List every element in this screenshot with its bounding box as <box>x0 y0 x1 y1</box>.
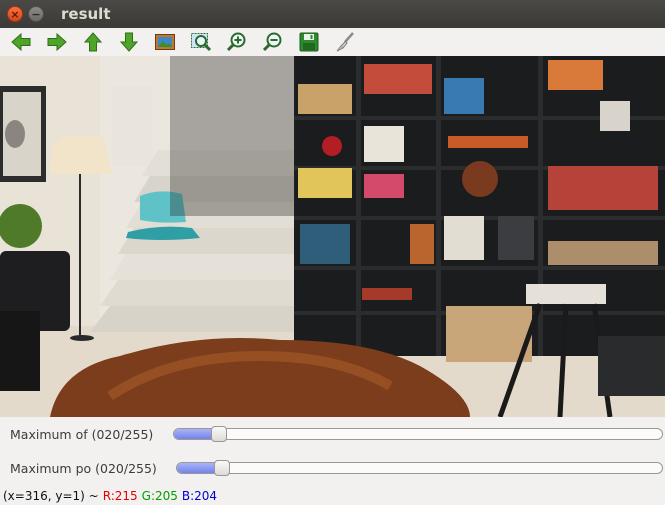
window-title: result <box>61 5 111 23</box>
image-canvas[interactable] <box>0 56 665 417</box>
picture-icon <box>155 34 175 50</box>
blue-value: B:204 <box>181 489 218 503</box>
brush-icon <box>336 32 354 52</box>
arrow-down-icon <box>119 32 139 52</box>
floppy-disk-icon <box>299 32 319 52</box>
minimize-button[interactable]: − <box>28 6 44 22</box>
slider-handle[interactable] <box>211 426 227 442</box>
cursor-coordinates: (x=316, y=1) ~ <box>3 489 99 503</box>
zoom-out-icon <box>262 32 282 52</box>
pan-down-button[interactable] <box>117 30 141 54</box>
trackbar-maximum-of: Maximum of (020/255) <box>0 417 665 451</box>
zoom-out-button[interactable] <box>261 30 285 54</box>
pan-up-button[interactable] <box>81 30 105 54</box>
arrow-left-icon <box>11 32 31 52</box>
slider-handle[interactable] <box>214 460 230 476</box>
close-icon: × <box>10 7 20 21</box>
slider-track[interactable] <box>176 460 663 476</box>
opencv-window: × − result Maximum of (020/255) Maximum … <box>0 0 665 505</box>
slider-track[interactable] <box>173 426 663 442</box>
title-bar: × − result <box>0 0 665 28</box>
minimize-icon: − <box>31 7 41 21</box>
pan-left-button[interactable] <box>9 30 33 54</box>
trackbar-maximum-po: Maximum po (020/255) <box>0 451 665 485</box>
arrow-right-icon <box>47 32 67 52</box>
status-bar: (x=316, y=1) ~ R:215 G:205 B:204 <box>0 487 665 505</box>
trackbar-label: Maximum of (020/255) <box>10 426 154 442</box>
room-photo <box>0 56 665 417</box>
trackbar-label: Maximum po (020/255) <box>10 460 157 476</box>
zoom-in-icon <box>226 32 246 52</box>
save-button[interactable] <box>297 30 321 54</box>
zoom-select-icon <box>191 33 212 52</box>
zoom-in-button[interactable] <box>225 30 249 54</box>
close-button[interactable]: × <box>7 6 23 22</box>
toolbar <box>0 28 665 56</box>
zoom-fit-button[interactable] <box>153 30 177 54</box>
pan-right-button[interactable] <box>45 30 69 54</box>
properties-button[interactable] <box>333 30 357 54</box>
green-value: G:205 <box>141 489 178 503</box>
zoom-actual-button[interactable] <box>189 30 213 54</box>
red-value: R:215 <box>102 489 138 503</box>
arrow-up-icon <box>83 32 103 52</box>
